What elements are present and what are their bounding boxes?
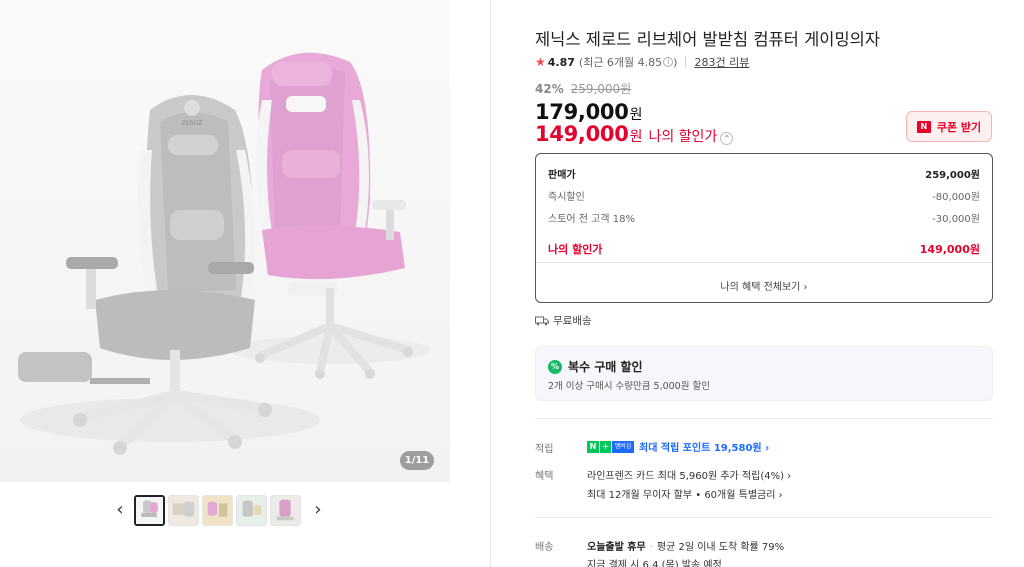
breakdown-row-store-discount: 스토어 전 고객 18% -30,000원 bbox=[548, 210, 980, 225]
plus-icon: + bbox=[600, 440, 611, 453]
info-icon[interactable]: i bbox=[663, 57, 674, 67]
my-price-label: 나의 할인가 bbox=[648, 129, 718, 145]
breakdown-row-total: 나의 할인가 149,000원 bbox=[548, 241, 980, 257]
product-gallery: ZEROZ 1/11 ‹ › bbox=[0, 0, 491, 567]
breakdown-label: 즉시할인 bbox=[548, 192, 585, 203]
multi-purchase-discount-box: % 복수 구매 할인 2개 이상 구매시 수량만큼 5,000원 할인 bbox=[535, 346, 993, 401]
thumbnail-strip: ‹ › bbox=[108, 492, 338, 530]
image-page-indicator: 1/11 bbox=[400, 451, 434, 470]
delivery-dispatch-date: 지금 결제 시 6.4.(목) 발송 예정 bbox=[587, 560, 722, 567]
discount-row: 42% 259,000원 bbox=[535, 80, 631, 97]
benefits-label: 혜택 bbox=[535, 471, 554, 482]
thumbnail-next-button[interactable]: › bbox=[308, 500, 328, 522]
breakdown-total-label: 나의 할인가 bbox=[548, 243, 603, 256]
coupon-icon: N bbox=[916, 120, 931, 133]
sale-price-row: 179,000원 bbox=[535, 100, 642, 124]
rating-recent: (최근 6개월 4.85 bbox=[578, 56, 663, 69]
coupon-button[interactable]: N 쿠폰 받기 bbox=[906, 111, 992, 142]
discount-rate: 42% bbox=[535, 82, 564, 96]
rating-score: 4.87 bbox=[547, 55, 575, 69]
breakdown-row-instant-discount: 즉시할인 -80,000원 bbox=[548, 188, 980, 203]
coupon-label: 쿠폰 받기 bbox=[936, 120, 982, 134]
grey-chair: ZEROZ bbox=[18, 95, 272, 455]
membership-icon: 멤버십 bbox=[612, 440, 634, 453]
thumbnail-3[interactable] bbox=[202, 495, 233, 526]
thumbnail-2[interactable] bbox=[168, 495, 199, 526]
separator bbox=[685, 57, 687, 67]
breakdown-label: 스토어 전 고객 18% bbox=[548, 214, 635, 225]
free-shipping-row: 무료배송 bbox=[535, 313, 592, 328]
breakdown-value: 259,000원 bbox=[925, 170, 980, 181]
multi-purchase-desc: 2개 이상 구매시 수량만큼 5,000원 할인 bbox=[548, 381, 710, 392]
dot-separator: · bbox=[649, 542, 653, 553]
card-benefit-link[interactable]: 라인프렌즈 카드 최대 5,960원 추가 적립(4%) › bbox=[587, 467, 791, 482]
naver-n-icon: N bbox=[587, 440, 599, 453]
my-price-unit: 원 bbox=[629, 129, 643, 145]
points-row: N + 멤버십 최대 적립 포인트 19,580원 › bbox=[587, 439, 769, 454]
section-divider bbox=[535, 517, 993, 518]
my-price: 149,000 bbox=[535, 122, 629, 146]
main-product-image[interactable]: ZEROZ bbox=[0, 0, 450, 482]
delivery-label: 배송 bbox=[535, 542, 554, 553]
thumbnail-5[interactable] bbox=[270, 495, 301, 526]
thumbnail-4[interactable] bbox=[236, 495, 267, 526]
original-price: 259,000원 bbox=[570, 82, 632, 96]
breakdown-total-value: 149,000원 bbox=[919, 243, 980, 256]
rating-row: ★ 4.87 (최근 6개월 4.85 i ) 283건 리뷰 bbox=[535, 54, 749, 70]
breakdown-value: -30,000원 bbox=[932, 214, 980, 225]
breakdown-value: -80,000원 bbox=[932, 192, 980, 203]
rating-recent-close: ) bbox=[673, 55, 678, 69]
review-count-link[interactable]: 283건 리뷰 bbox=[694, 54, 749, 70]
multi-purchase-title: 복수 구매 할인 bbox=[568, 360, 643, 374]
column-divider bbox=[490, 0, 491, 567]
points-label: 적립 bbox=[535, 444, 554, 455]
max-points-link[interactable]: 최대 적립 포인트 19,580원 › bbox=[639, 439, 769, 454]
pink-chair bbox=[255, 52, 413, 379]
breakdown-row-list-price: 판매가 259,000원 bbox=[548, 166, 980, 181]
delivery-title: 오늘출발 휴무 bbox=[587, 542, 646, 553]
multi-purchase-title-row: % 복수 구매 할인 bbox=[548, 358, 643, 375]
breakdown-label: 판매가 bbox=[548, 170, 576, 181]
sale-price: 179,000 bbox=[535, 100, 629, 124]
sale-price-unit: 원 bbox=[629, 107, 643, 123]
thumbnail-1[interactable] bbox=[134, 495, 165, 526]
view-all-benefits-link[interactable]: 나의 혜택 전체보기 › bbox=[536, 278, 992, 293]
installment-benefit-link[interactable]: 최대 12개월 무이자 할부 • 60개월 특별금리 › bbox=[587, 486, 783, 501]
my-price-row: 149,000 원 나의 할인가 ⌃ bbox=[535, 122, 734, 146]
star-icon: ★ bbox=[535, 55, 546, 69]
thumbnail-prev-button[interactable]: ‹ bbox=[110, 500, 130, 522]
chevron-up-icon[interactable]: ⌃ bbox=[720, 132, 734, 145]
percent-icon: % bbox=[548, 359, 562, 374]
delivery-row: 오늘출발 휴무 · 평균 2일 이내 도착 확률 79% bbox=[587, 538, 784, 553]
product-info-panel: 제닉스 제로드 리브체어 발받침 컴퓨터 게이밍의자 ★ 4.87 (최근 6개… bbox=[535, 0, 993, 567]
naver-pay-badge-icon: N + 멤버십 bbox=[587, 440, 634, 453]
delivery-detail: 평균 2일 이내 도착 확률 79% bbox=[656, 542, 785, 553]
truck-icon bbox=[535, 316, 549, 325]
section-divider bbox=[535, 418, 993, 419]
free-shipping-label: 무료배송 bbox=[553, 315, 592, 327]
breakdown-divider bbox=[536, 262, 992, 263]
product-title: 제닉스 제로드 리브체어 발받침 컴퓨터 게이밍의자 bbox=[535, 30, 881, 49]
price-breakdown-box: 판매가 259,000원 즉시할인 -80,000원 스토어 전 고객 18% … bbox=[535, 153, 993, 303]
chair-logo-text: ZEROZ bbox=[182, 120, 203, 127]
